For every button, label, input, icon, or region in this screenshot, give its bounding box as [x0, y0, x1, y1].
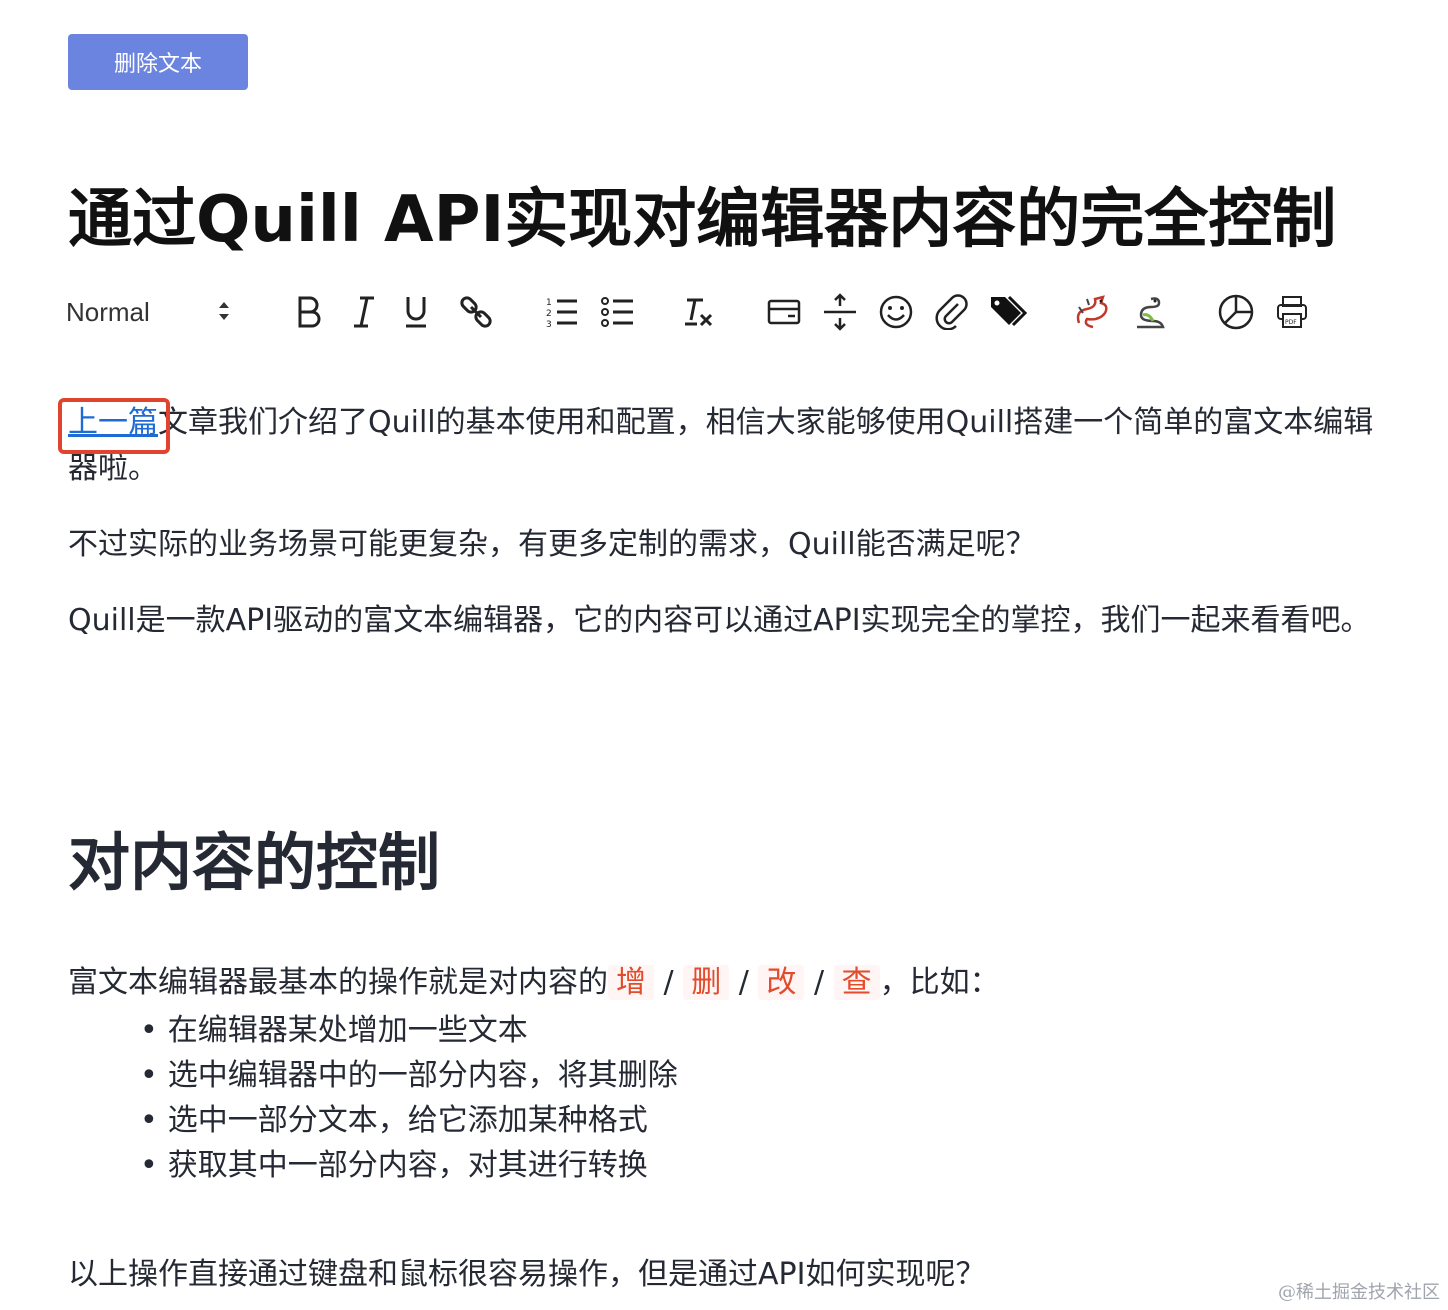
pdf-printer-icon: PDF	[1277, 296, 1307, 328]
emoji-button[interactable]	[874, 286, 918, 338]
delete-text-button[interactable]: 删除文本	[68, 34, 248, 90]
editor-content[interactable]: 上一篇文章我们介绍了Quill的基本使用和配置，相信大家能够使用Quill搭建一…	[68, 400, 1398, 644]
list-item: 在编辑器某处增加一些文本	[140, 1008, 678, 1053]
attachment-button[interactable]	[930, 286, 974, 338]
code-delete: 删	[683, 965, 730, 1000]
clean-format-icon	[685, 298, 713, 327]
intro-paragraph: 上一篇文章我们介绍了Quill的基本使用和配置，相信大家能够使用Quill搭建一…	[68, 405, 1374, 486]
underline-icon	[406, 297, 426, 328]
document-title: 通过Quill API实现对编辑器内容的完全控制	[68, 183, 1337, 257]
divider-button[interactable]	[818, 286, 862, 338]
svg-text:PDF: PDF	[1285, 319, 1297, 326]
attachment-icon	[935, 294, 968, 330]
section-heading: 对内容的控制	[68, 826, 441, 899]
bold-button[interactable]	[288, 286, 328, 338]
code-query: 查	[833, 965, 880, 1000]
link-icon	[460, 296, 492, 328]
italic-button[interactable]	[344, 286, 384, 338]
editor-toolbar: Normal 123 PDF	[66, 286, 1326, 338]
tag-icon	[991, 295, 1028, 327]
closing-paragraph: 以上操作直接通过键盘和鼠标很容易操作，但是通过API如何实现呢？	[68, 1257, 986, 1292]
tag-button[interactable]	[986, 286, 1032, 338]
emoji-icon	[879, 295, 913, 329]
pdf-print-button[interactable]: PDF	[1270, 286, 1314, 338]
card-button[interactable]	[762, 286, 806, 338]
list-item: 选中编辑器中的一部分内容，将其删除	[140, 1053, 678, 1098]
operation-list: 在编辑器某处增加一些文本 选中编辑器中的一部分内容，将其删除 选中一部分文本，给…	[140, 1008, 678, 1188]
code-edit: 改	[758, 965, 805, 1000]
select-arrows-icon	[219, 302, 229, 320]
svg-text:3: 3	[546, 320, 552, 329]
link-button[interactable]	[454, 286, 498, 338]
header-format-select[interactable]: Normal	[66, 286, 246, 338]
clean-format-button[interactable]	[678, 286, 718, 338]
svg-text:1: 1	[546, 298, 552, 308]
card-icon	[767, 299, 801, 325]
divider-icon	[824, 293, 856, 331]
section-paragraph: 富文本编辑器最基本的操作就是对内容的增 / 删 / 改 / 查，比如：	[68, 965, 1000, 1000]
list-item: 选中一部分文本，给它添加某种格式	[140, 1098, 678, 1143]
italic-icon	[354, 296, 374, 328]
paragraph-3: Quill是一款API驱动的富文本编辑器，它的内容可以通过API实现完全的掌控，…	[68, 603, 1371, 638]
snake-button[interactable]	[1126, 286, 1172, 338]
bullet-list-button[interactable]	[598, 286, 638, 338]
pie-chart-button[interactable]	[1214, 286, 1258, 338]
paragraph-2: 不过实际的业务场景可能更复杂，有更多定制的需求，Quill能否满足呢？	[68, 527, 1036, 562]
dragon-button[interactable]	[1070, 286, 1116, 338]
list-item: 获取其中一部分内容，对其进行转换	[140, 1143, 678, 1188]
watermark: @稀土掘金技术社区	[1278, 1282, 1440, 1303]
ordered-list-button[interactable]: 123	[542, 286, 582, 338]
bold-icon	[298, 296, 321, 328]
bullet-list-icon	[601, 297, 633, 327]
header-select-value: Normal	[66, 296, 150, 327]
svg-text:2: 2	[546, 309, 552, 319]
pie-chart-icon	[1218, 294, 1254, 330]
dragon-icon	[1076, 295, 1108, 329]
link-highlight-box	[58, 398, 170, 454]
underline-button[interactable]	[396, 286, 436, 338]
ordered-list-icon: 123	[546, 298, 577, 329]
snake-icon	[1137, 297, 1165, 329]
code-add: 增	[608, 965, 654, 1000]
